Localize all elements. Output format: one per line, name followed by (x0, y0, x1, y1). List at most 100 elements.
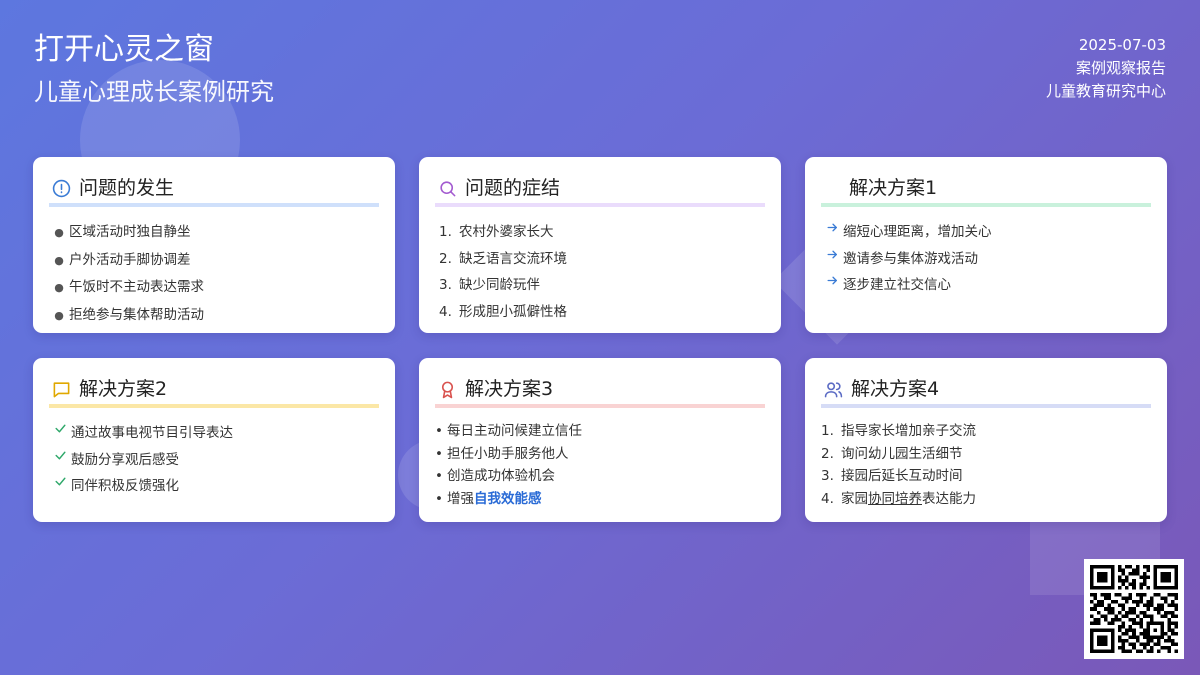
list-item-text: 家园 (841, 490, 868, 507)
header-meta: 2025-07-03 案例观察报告 儿童教育研究中心 (1046, 34, 1166, 103)
list-item: 1. 农村外婆家长大 (435, 219, 765, 246)
list-item: 邀请参与集体游戏活动 (821, 246, 1151, 273)
item-number: 2. (439, 250, 452, 267)
card-solution-3: 解决方案3 • 每日主动问候建立信任 • 担任小助手服务他人 • 创造成功体验机会 •… (419, 358, 781, 522)
award-icon (437, 379, 457, 399)
bullet-dot: • (435, 423, 443, 439)
bullet-dot: • (435, 490, 443, 507)
message-square-icon (51, 379, 71, 399)
list-item-text: 同伴积极反馈强化 (71, 478, 179, 494)
list-item-text: 鼓励分享观后感受 (71, 451, 179, 468)
arrow-right-icon (821, 274, 843, 287)
list-item-text: 缺少同龄玩伴 (459, 277, 540, 293)
item-number: 3. (821, 468, 834, 484)
item-number: 2. (821, 445, 834, 462)
header-left: 打开心灵之窗 儿童心理成长案例研究 (34, 30, 274, 108)
list-item: 3. 缺少同龄玩伴 (435, 272, 765, 299)
list-item-text: 指导家长增加亲子交流 (841, 423, 976, 439)
numbered-list: 1. 农村外婆家长大 2. 缺乏语言交流环境 3. 缺少同龄玩伴 4. 形成胆小孤僻性格 (435, 219, 765, 325)
list-item: 2. 询问幼儿园生活细节 (821, 443, 1151, 466)
card-title: 解决方案2 (79, 378, 168, 400)
list-item-text: 接园后延长互动时间 (841, 468, 963, 484)
list-item-text: 午饭时不主动表达需求 (69, 279, 204, 295)
card-header: 解决方案1 (821, 175, 1151, 207)
list-item: 3. 接园后延长互动时间 (821, 465, 1151, 488)
bullet-list: ● 区域活动时独自静坐 ● 户外活动手脚协调差 ● 午饭时不主动表达需求 ● 拒绝参与集… (49, 219, 379, 329)
list-item: 2. 缺乏语言交流环境 (435, 246, 765, 273)
bullet-dot: ● (54, 308, 64, 322)
card-header: 解决方案2 (49, 376, 379, 408)
list-item: 缩短心理距离，增加关心 (821, 219, 1151, 246)
list-item: 1. 指导家长增加亲子交流 (821, 420, 1151, 443)
list-item: 4. 家园 协同培养 表达能力 (821, 488, 1151, 511)
check-icon (49, 475, 71, 488)
list-item: ● 户外活动手脚协调差 (49, 247, 379, 275)
check-icon (49, 422, 71, 435)
list-item-text: 缩短心理距离，增加关心 (843, 224, 992, 240)
numbered-list: 1. 指导家长增加亲子交流 2. 询问幼儿园生活细节 3. 接园后延长互动时间 4. 家… (821, 420, 1151, 510)
alert-circle-icon (51, 178, 71, 198)
list-item-text: 缺乏语言交流环境 (459, 250, 567, 267)
list-item: • 每日主动问候建立信任 (435, 420, 765, 443)
list-item-text: 创造成功体验机会 (447, 468, 555, 484)
bullet-dot: ● (54, 226, 64, 239)
list-item-text: 拒绝参与集体帮助活动 (69, 306, 204, 323)
card-title: 问题的症结 (465, 177, 561, 199)
qr-code-image (1090, 565, 1178, 653)
emphasis-text: 自我效能感 (474, 490, 542, 507)
list-item-text: 邀请参与集体游戏活动 (843, 250, 978, 267)
list-item: 通过故事电视节目引导表达 (49, 420, 379, 447)
card-title: 解决方案4 (851, 378, 940, 400)
list-item-text: 增强 (447, 490, 474, 507)
card-header: 问题的发生 (49, 175, 379, 207)
list-item: 逐步建立社交信心 (821, 272, 1151, 299)
users-icon (823, 379, 843, 399)
arrow-list: 缩短心理距离，增加关心 邀请参与集体游戏活动 逐步建立社交信心 (821, 219, 1151, 299)
item-number: 1. (439, 224, 452, 240)
bullet-list: • 每日主动问候建立信任 • 担任小助手服务他人 • 创造成功体验机会 • 增强 自我效能… (435, 420, 765, 510)
card-header: 解决方案3 (435, 376, 765, 408)
card-problem-occurrence: 问题的发生 ● 区域活动时独自静坐 ● 户外活动手脚协调差 ● 午饭时不主动表达需求 … (33, 157, 395, 333)
arrow-right-icon (821, 221, 843, 234)
search-icon (437, 178, 457, 198)
card-solution-1: 解决方案1 缩短心理距离，增加关心 邀请参与集体游戏活动 逐步建立社交信心 (805, 157, 1167, 333)
list-item-text: 通过故事电视节目引导表达 (71, 425, 233, 441)
list-item: • 担任小助手服务他人 (435, 443, 765, 466)
list-item-text: 形成胆小孤僻性格 (459, 303, 567, 320)
list-item-text: 逐步建立社交信心 (843, 277, 951, 293)
list-item-text: 农村外婆家长大 (459, 224, 554, 240)
card-title: 问题的发生 (79, 177, 175, 199)
report-date: 2025-07-03 (1078, 36, 1166, 54)
list-item-text: 表达能力 (922, 490, 976, 507)
list-item: ● 拒绝参与集体帮助活动 (49, 302, 379, 330)
card-header: 解决方案4 (821, 376, 1151, 408)
check-list: 通过故事电视节目引导表达 鼓励分享观后感受 同伴积极反馈强化 (49, 420, 379, 500)
bullet-dot: • (435, 445, 443, 462)
page-title: 打开心灵之窗 (34, 32, 214, 67)
item-number: 4. (439, 303, 452, 320)
card-problem-cause: 问题的症结 1. 农村外婆家长大 2. 缺乏语言交流环境 3. 缺少同龄玩伴 4. 形成… (419, 157, 781, 333)
list-item-text: 担任小助手服务他人 (447, 445, 569, 462)
item-number: 1. (821, 423, 834, 439)
list-item-text: 询问幼儿园生活细节 (841, 445, 963, 462)
card-title: 解决方案1 (849, 177, 938, 199)
list-item: • 创造成功体验机会 (435, 465, 765, 488)
item-number: 3. (439, 277, 452, 293)
qr-code (1084, 559, 1184, 659)
report-type: 案例观察报告 (1075, 59, 1166, 77)
list-item: 鼓励分享观后感受 (49, 447, 379, 474)
card-solution-4: 解决方案4 1. 指导家长增加亲子交流 2. 询问幼儿园生活细节 3. 接园后延长互动… (805, 358, 1167, 522)
card-header: 问题的症结 (435, 175, 765, 207)
page-subtitle: 儿童心理成长案例研究 (34, 78, 274, 106)
list-item-text: 每日主动问候建立信任 (447, 423, 582, 439)
arrow-right-icon (821, 248, 843, 261)
card-solution-2: 解决方案2 通过故事电视节目引导表达 鼓励分享观后感受 同伴积极反馈强化 (33, 358, 395, 522)
underlined-text: 协同培养 (868, 490, 922, 507)
list-item-text: 户外活动手脚协调差 (69, 251, 191, 268)
list-item: • 增强 自我效能感 (435, 488, 765, 511)
item-number: 4. (821, 490, 834, 507)
list-item: 4. 形成胆小孤僻性格 (435, 299, 765, 326)
list-item: ● 午饭时不主动表达需求 (49, 274, 379, 302)
bullet-dot: ● (54, 253, 64, 267)
report-org: 儿童教育研究中心 (1045, 82, 1166, 100)
